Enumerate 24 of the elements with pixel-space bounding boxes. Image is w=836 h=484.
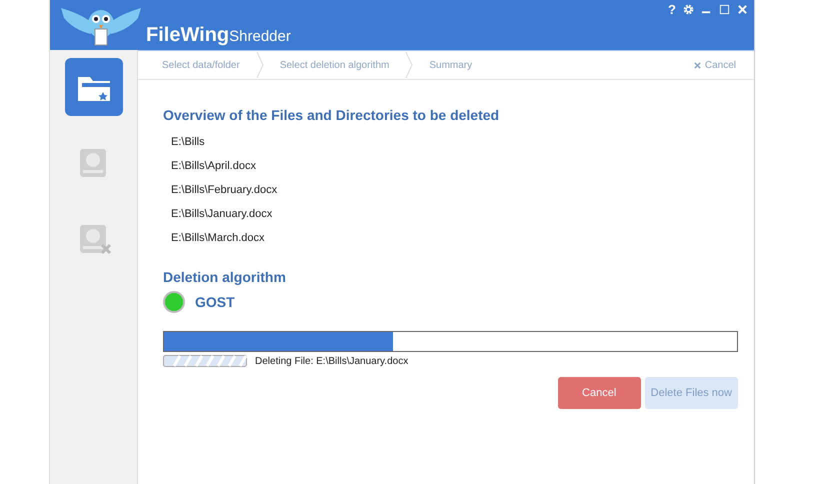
folder-tab[interactable] <box>64 58 122 116</box>
file-path: E:\Bills <box>171 135 206 150</box>
busy-indicator-icon <box>163 355 247 367</box>
wizard-step: Summary <box>429 60 472 70</box>
close-icon <box>694 62 701 68</box>
algorithm-name: GOST <box>195 294 235 310</box>
chevron-icon <box>256 52 264 78</box>
file-path: E:\Bills\April.docx <box>171 159 257 174</box>
status-text: Deleting File: E:\Bills\January.docx <box>255 356 408 366</box>
chevron-icon <box>405 52 414 78</box>
wizard-cancel-link[interactable]: Cancel <box>688 58 742 72</box>
wizard-step: Select data/folder <box>162 60 240 70</box>
section-heading: Deletion algorithm <box>163 269 287 285</box>
app-title: FileWingShredder <box>146 24 291 47</box>
settings-icon[interactable] <box>683 4 694 15</box>
section-heading: Overview of the Files and Directories to be deleted <box>163 107 500 123</box>
file-path: E:\Bills\February.docx <box>171 183 278 198</box>
cancel-button[interactable]: Cancel <box>558 377 641 409</box>
close-icon[interactable] <box>737 4 748 15</box>
maximize-icon[interactable] <box>719 4 730 15</box>
help-button[interactable]: ? <box>668 2 676 17</box>
wizard-step: Select deletion algorithm <box>280 60 390 70</box>
file-path: E:\Bills\March.docx <box>171 231 266 246</box>
file-path: E:\Bills\January.docx <box>171 207 274 222</box>
